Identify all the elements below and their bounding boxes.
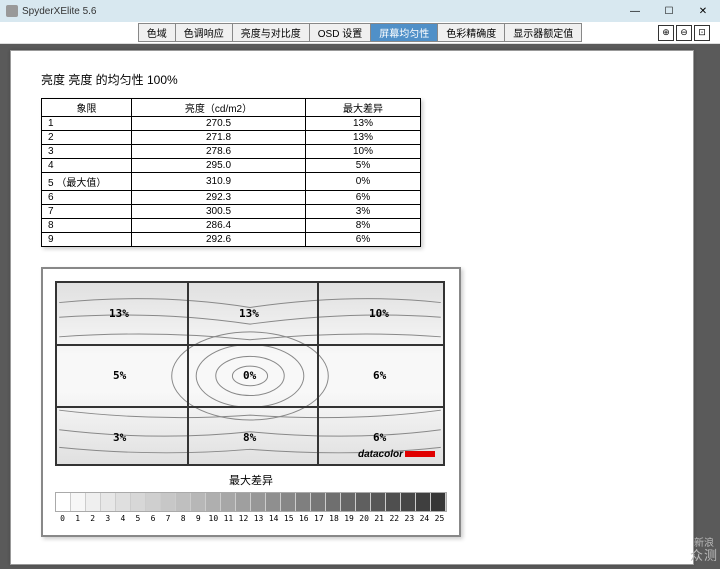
cell-5: 0% xyxy=(243,369,256,382)
toolbar: 色域色调响应亮度与对比度OSD 设置屏幕均匀性色彩精确度显示器额定值 ⊕ ⊖ ⊡ xyxy=(0,22,720,44)
cell-9: 6% xyxy=(373,431,386,444)
cell-1: 13% xyxy=(109,307,129,320)
table-row: 4295.05% xyxy=(42,159,421,173)
tab-0[interactable]: 色域 xyxy=(139,24,176,41)
gradient-bar xyxy=(55,492,447,512)
table-body: 1270.513%2271.813%3278.610%4295.05%5 （最大… xyxy=(42,117,421,247)
datacolor-logo: datacolor xyxy=(358,449,435,460)
col-zone: 象限 xyxy=(42,99,132,117)
table-row: 5 （最大值）310.90% xyxy=(42,173,421,191)
table-row: 3278.610% xyxy=(42,145,421,159)
titlebar: SpyderXElite 5.6 — ☐ ✕ xyxy=(0,0,720,22)
window-controls: — ☐ ✕ xyxy=(618,0,720,22)
report-page: 亮度 亮度 的均匀性 100% 象限 亮度（cd/m2） 最大差异 1270.5… xyxy=(10,50,694,565)
tab-3[interactable]: OSD 设置 xyxy=(310,24,371,41)
zoom-out-icon[interactable]: ⊖ xyxy=(676,25,692,41)
tab-1[interactable]: 色调响应 xyxy=(176,24,233,41)
uniformity-table: 象限 亮度（cd/m2） 最大差异 1270.513%2271.813%3278… xyxy=(41,98,421,247)
contour-panel: 13% 13% 10% 5% 0% 6% 3% 8% 6% datacolor … xyxy=(41,267,461,537)
grid-h2 xyxy=(57,406,443,408)
app-title: SpyderXElite 5.6 xyxy=(22,6,97,17)
table-row: 6292.36% xyxy=(42,191,421,205)
app-icon xyxy=(6,5,18,17)
table-row: 8286.48% xyxy=(42,219,421,233)
table-row: 2271.813% xyxy=(42,131,421,145)
zoom-in-icon[interactable]: ⊕ xyxy=(658,25,674,41)
grid-v2 xyxy=(317,283,319,464)
tab-2[interactable]: 亮度与对比度 xyxy=(233,24,310,41)
tab-bar: 色域色调响应亮度与对比度OSD 设置屏幕均匀性色彩精确度显示器额定值 xyxy=(138,23,582,42)
minimize-button[interactable]: — xyxy=(618,0,652,22)
tab-5[interactable]: 色彩精确度 xyxy=(438,24,505,41)
gradient-labels: 0123456789101112131415161718192021222324… xyxy=(55,514,447,523)
zoom-fit-icon[interactable]: ⊡ xyxy=(694,25,710,41)
cell-4: 5% xyxy=(113,369,126,382)
col-luminance: 亮度（cd/m2） xyxy=(132,99,306,117)
legend-title: 最大差异 xyxy=(55,472,447,488)
grid-h1 xyxy=(57,344,443,346)
watermark: 新浪 众测 xyxy=(690,538,718,563)
page-title: 亮度 亮度 的均匀性 100% xyxy=(41,71,663,88)
tab-6[interactable]: 显示器额定值 xyxy=(505,24,581,41)
cell-6: 6% xyxy=(373,369,386,382)
close-button[interactable]: ✕ xyxy=(686,0,720,22)
maximize-button[interactable]: ☐ xyxy=(652,0,686,22)
table-row: 7300.53% xyxy=(42,205,421,219)
contour-map: 13% 13% 10% 5% 0% 6% 3% 8% 6% datacolor xyxy=(55,281,445,466)
cell-2: 13% xyxy=(239,307,259,320)
grid-v1 xyxy=(187,283,189,464)
col-diff: 最大差异 xyxy=(306,99,421,117)
cell-3: 10% xyxy=(369,307,389,320)
table-row: 1270.513% xyxy=(42,117,421,131)
cell-7: 3% xyxy=(113,431,126,444)
cell-8: 8% xyxy=(243,431,256,444)
tab-4[interactable]: 屏幕均匀性 xyxy=(371,24,438,41)
table-row: 9292.66% xyxy=(42,233,421,247)
